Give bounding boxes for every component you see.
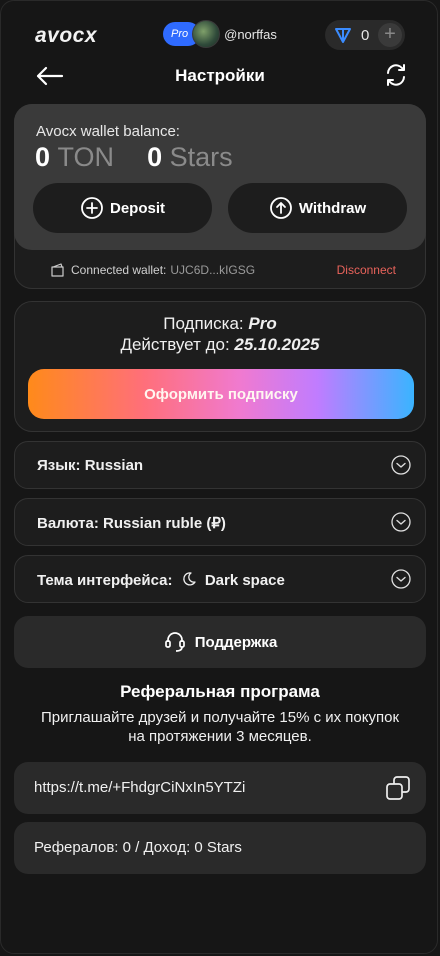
subscription-plan: Подписка: Pro (0, 314, 440, 334)
subscription-validity: Действует до: 25.10.2025 (0, 335, 440, 355)
disconnect-link[interactable]: Disconnect (337, 263, 396, 277)
connected-wallet-label: Connected wallet: (71, 263, 167, 277)
chevron-down-icon (391, 569, 411, 589)
user-profile[interactable]: Pro @norffas (163, 20, 277, 48)
refresh-icon[interactable] (383, 62, 409, 88)
chevron-down-icon (391, 512, 411, 532)
stars-balance-unit: Stars (169, 142, 233, 172)
referral-description: Приглашайте друзей и получайте 15% с их … (40, 709, 400, 745)
wallet-address: UJC6D...kIGSG (170, 263, 256, 277)
plus-circle-icon (81, 197, 103, 219)
subscription-valid-label: Действует до: (120, 335, 230, 354)
page-header: Настройки (0, 60, 440, 92)
currency-select[interactable]: Валюта: Russian ruble (₽) (14, 498, 426, 546)
top-bar: avocx Pro @norffas 0 + (0, 18, 440, 54)
referral-link-field[interactable]: https://t.me/+FhdgrCiNxIn5YTZi (14, 762, 426, 814)
balance-row: 0 TON 0 Stars (35, 142, 233, 173)
balance-value: 0 (361, 26, 370, 44)
connected-wallet-row: Connected wallet: UJC6D...kIGSG (50, 262, 255, 278)
wallet-balance-label: Avocx wallet balance: (36, 123, 180, 140)
deposit-label: Deposit (109, 199, 165, 217)
support-button[interactable]: Поддержка (14, 616, 426, 668)
theme-field: Тема интерфейса: Dark space (37, 571, 285, 589)
theme-select[interactable]: Тема интерфейса: Dark space (14, 555, 426, 603)
referral-stats: Рефералов: 0 / Доход: 0 Stars (14, 822, 426, 874)
copy-icon[interactable] (384, 774, 412, 802)
moon-icon (182, 572, 196, 586)
referral-link[interactable]: https://t.me/+FhdgrCiNxIn5YTZi (34, 779, 245, 796)
theme-label: Тема интерфейса: (37, 572, 173, 589)
balance-pill[interactable]: 0 + (325, 20, 405, 50)
username: @norffas (224, 26, 277, 42)
headset-icon (164, 632, 185, 652)
subscribe-button[interactable]: Оформить подписку (28, 369, 414, 419)
chevron-down-icon (391, 455, 411, 475)
ton-balance-unit: TON (57, 142, 115, 172)
add-funds-icon[interactable]: + (378, 23, 402, 47)
page-title: Настройки (175, 66, 265, 85)
subscription-plan-value: Pro (248, 314, 277, 333)
stars-balance-value: 0 (147, 142, 163, 172)
support-label: Поддержка (194, 633, 278, 651)
subscription-plan-label: Подписка: (163, 314, 244, 333)
ton-balance-value: 0 (35, 142, 51, 172)
language-label: Язык: Russian (37, 457, 144, 474)
language-select[interactable]: Язык: Russian (14, 441, 426, 489)
ton-icon (335, 28, 351, 43)
withdraw-label: Withdraw (298, 199, 367, 217)
theme-value: Dark space (204, 572, 285, 589)
deposit-button[interactable]: Deposit (33, 183, 212, 233)
arrow-up-circle-icon (269, 197, 292, 219)
referral-stats-text: Рефералов: 0 / Доход: 0 Stars (34, 839, 242, 856)
currency-label: Валюта: Russian ruble (₽) (37, 515, 226, 532)
subscription-valid-date: 25.10.2025 (234, 335, 320, 354)
wallet-icon (51, 263, 64, 277)
referral-title: Реферальная програма (120, 682, 320, 701)
avatar[interactable] (192, 20, 221, 48)
app-logo: avocx (35, 24, 98, 47)
withdraw-button[interactable]: Withdraw (228, 183, 407, 233)
